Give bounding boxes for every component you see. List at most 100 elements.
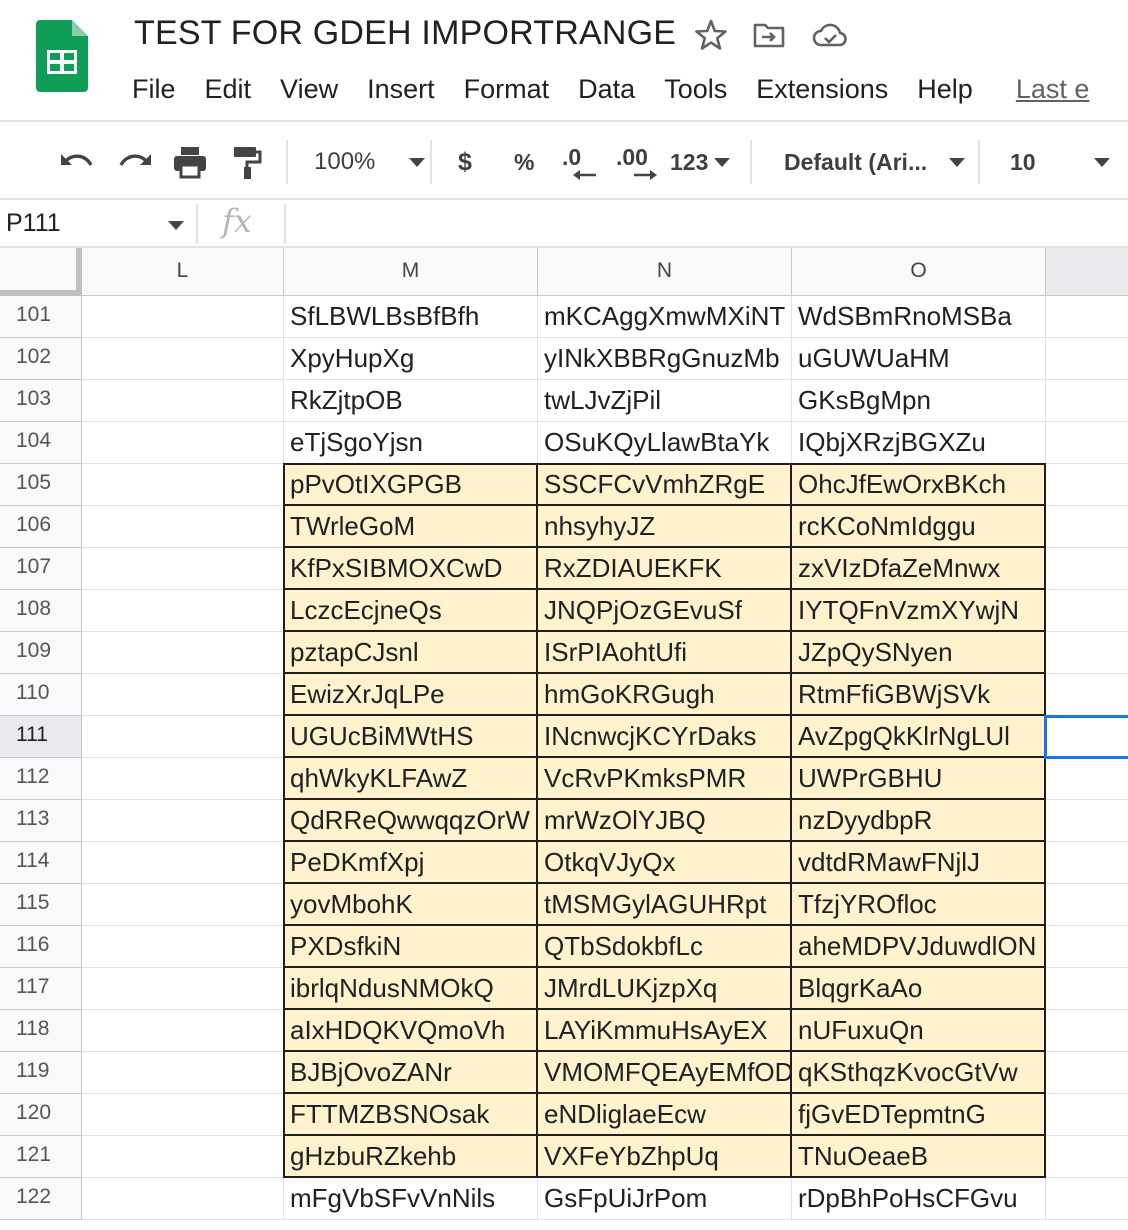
cell-o[interactable]: uGUWUaHM [792, 338, 1046, 380]
row-header[interactable]: 111 [0, 716, 82, 758]
paint-format-icon[interactable] [232, 124, 262, 200]
cell-o[interactable]: nUFuxuQn [792, 1010, 1046, 1052]
cell-m[interactable]: eTjSgoYjsn [284, 422, 538, 464]
cell-l[interactable] [82, 968, 284, 1010]
cell-o[interactable]: AvZpgQkKlrNgLUl [792, 716, 1046, 758]
cell-n[interactable]: nhsyhyJZ [538, 506, 792, 548]
last-edit-link[interactable]: Last e [1016, 70, 1090, 110]
sheets-logo-icon[interactable] [36, 20, 88, 92]
cell-n[interactable]: JMrdLUKjzpXq [538, 968, 792, 1010]
cell-l[interactable] [82, 1052, 284, 1094]
menu-extensions[interactable]: Extensions [756, 70, 888, 110]
cell-n[interactable]: GsFpUiJrPom [538, 1178, 792, 1220]
cell-n[interactable]: JNQPjOzGEvuSf [538, 590, 792, 632]
row-header[interactable]: 109 [0, 632, 82, 674]
cell-p[interactable] [1046, 296, 1128, 338]
percent-format-button[interactable]: % [514, 124, 534, 200]
cell-n[interactable]: mrWzOlYJBQ [538, 800, 792, 842]
menu-help[interactable]: Help [917, 70, 973, 110]
cell-m[interactable]: QdRReQwwqqzOrW [284, 800, 538, 842]
cell-n[interactable]: hmGoKRGugh [538, 674, 792, 716]
cell-p[interactable] [1046, 548, 1128, 590]
cell-o[interactable]: fjGvEDTepmtnG [792, 1094, 1046, 1136]
chevron-down-icon[interactable] [168, 221, 184, 230]
row-header[interactable]: 117 [0, 968, 82, 1010]
cell-p[interactable] [1046, 1052, 1128, 1094]
cell-p[interactable] [1046, 884, 1128, 926]
cell-m[interactable]: pztapCJsnl [284, 632, 538, 674]
cell-o[interactable]: BlqgrKaAo [792, 968, 1046, 1010]
increase-decimals-button[interactable]: .00 [616, 124, 662, 200]
cell-l[interactable] [82, 758, 284, 800]
cell-o[interactable]: JZpQySNyen [792, 632, 1046, 674]
row-header[interactable]: 119 [0, 1052, 82, 1094]
cell-l[interactable] [82, 674, 284, 716]
column-header-p[interactable] [1046, 248, 1128, 296]
name-box[interactable]: P111 [6, 206, 61, 240]
menu-file[interactable]: File [132, 70, 176, 110]
row-header[interactable]: 121 [0, 1136, 82, 1178]
cell-l[interactable] [82, 1010, 284, 1052]
cell-n[interactable]: LAYiKmmuHsAyEX [538, 1010, 792, 1052]
row-header[interactable]: 102 [0, 338, 82, 380]
cell-m[interactable]: gHzbuRZkehb [284, 1136, 538, 1178]
cell-m[interactable]: aIxHDQKVQmoVh [284, 1010, 538, 1052]
cell-p[interactable] [1046, 464, 1128, 506]
cell-m[interactable]: XpyHupXg [284, 338, 538, 380]
row-header[interactable]: 103 [0, 380, 82, 422]
cell-l[interactable] [82, 842, 284, 884]
row-header[interactable]: 116 [0, 926, 82, 968]
cell-m[interactable]: FTTMZBSNOsak [284, 1094, 538, 1136]
cell-n[interactable]: QTbSdokbfLc [538, 926, 792, 968]
cell-m[interactable]: UGUcBiMWtHS [284, 716, 538, 758]
row-header[interactable]: 107 [0, 548, 82, 590]
spreadsheet-grid[interactable]: L M N O 101 SfLBWLBsBfBfh mKCAggXmwMXiNT Wd… [0, 248, 1128, 1230]
cell-n[interactable]: mKCAggXmwMXiNT [538, 296, 792, 338]
cell-p[interactable] [1046, 1178, 1128, 1220]
cell-o[interactable]: vdtdRMawFNjlJ [792, 842, 1046, 884]
row-header[interactable]: 120 [0, 1094, 82, 1136]
cell-p[interactable] [1046, 674, 1128, 716]
cell-l[interactable] [82, 590, 284, 632]
row-header[interactable]: 101 [0, 296, 82, 338]
column-header-o[interactable]: O [792, 248, 1046, 296]
cell-o[interactable]: rDpBhPoHsCFGvu [792, 1178, 1046, 1220]
cell-o[interactable]: OhcJfEwOrxBKch [792, 464, 1046, 506]
cell-n[interactable]: ISrPIAohtUfi [538, 632, 792, 674]
cell-o[interactable]: nzDyydbpR [792, 800, 1046, 842]
cell-o[interactable]: TNuOeaeB [792, 1136, 1046, 1178]
cell-p[interactable] [1046, 380, 1128, 422]
document-title[interactable]: TEST FOR GDEH IMPORTRANGE [134, 14, 676, 53]
redo-icon[interactable] [116, 124, 154, 200]
column-header-l[interactable]: L [82, 248, 284, 296]
select-all-corner[interactable] [0, 248, 82, 296]
cell-m[interactable]: TWrleGoM [284, 506, 538, 548]
cloud-status-icon[interactable] [810, 16, 848, 54]
cell-l[interactable] [82, 716, 284, 758]
more-formats-button[interactable]: 123 [670, 124, 731, 200]
cell-l[interactable] [82, 380, 284, 422]
font-family-select[interactable]: Default (Ari... [784, 124, 966, 200]
cell-n[interactable]: VXFeYbZhpUq [538, 1136, 792, 1178]
row-header[interactable]: 122 [0, 1178, 82, 1220]
cell-o[interactable]: UWPrGBHU [792, 758, 1046, 800]
undo-icon[interactable] [58, 124, 96, 200]
menu-insert[interactable]: Insert [367, 70, 435, 110]
cell-n[interactable]: OSuKQyLlawBtaYk [538, 422, 792, 464]
cell-m[interactable]: LczcEcjneQs [284, 590, 538, 632]
menu-format[interactable]: Format [464, 70, 550, 110]
row-header[interactable]: 113 [0, 800, 82, 842]
row-header[interactable]: 115 [0, 884, 82, 926]
cell-l[interactable] [82, 338, 284, 380]
cell-m[interactable]: PXDsfkiN [284, 926, 538, 968]
cell-l[interactable] [82, 548, 284, 590]
cell-l[interactable] [82, 506, 284, 548]
menu-edit[interactable]: Edit [205, 70, 252, 110]
zoom-select[interactable]: 100% [314, 124, 426, 200]
cell-n[interactable]: tMSMGylAGUHRpt [538, 884, 792, 926]
cell-l[interactable] [82, 632, 284, 674]
cell-o[interactable]: rcKCoNmIdggu [792, 506, 1046, 548]
row-header[interactable]: 105 [0, 464, 82, 506]
cell-m[interactable]: BJBjOvoZANr [284, 1052, 538, 1094]
cell-o[interactable]: TfzjYROfloc [792, 884, 1046, 926]
